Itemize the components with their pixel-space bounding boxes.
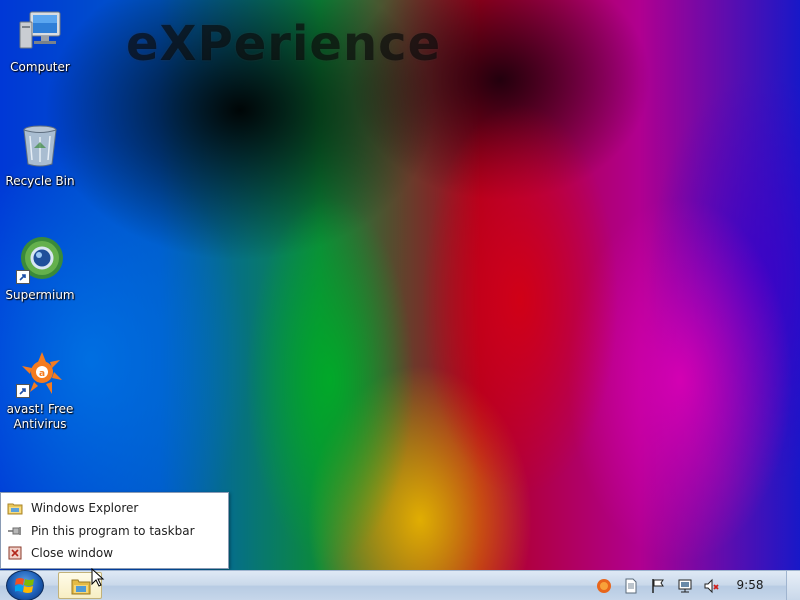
mouse-cursor-icon [91, 568, 105, 587]
desktop-icon-label: Supermium [5, 288, 75, 302]
shortcut-arrow-icon [16, 270, 30, 284]
show-desktop-button[interactable] [786, 571, 800, 600]
folder-libraries-icon [71, 579, 91, 595]
shortcut-arrow-icon [16, 384, 30, 398]
desktop-icon-supermium[interactable]: Supermium [0, 236, 80, 303]
jumplist-item-pin-program[interactable]: Pin this program to taskbar [7, 521, 195, 541]
action-center-flag-icon[interactable] [650, 578, 666, 594]
document-tray-icon[interactable] [623, 578, 639, 594]
close-window-icon [7, 545, 23, 561]
taskbar-jump-list: Windows Explorer Pin this program to tas… [0, 492, 229, 569]
start-button[interactable] [6, 570, 44, 600]
jumplist-item-label: Windows Explorer [31, 501, 139, 515]
desktop-icon-recycle-bin[interactable]: Recycle Bin [0, 122, 80, 189]
notification-area [596, 575, 731, 597]
volume-muted-icon[interactable] [704, 578, 720, 594]
taskbar: 9:58 [0, 570, 800, 600]
desktop-icon-label: Computer [10, 60, 70, 74]
taskbar-clock[interactable]: 9:58 [726, 578, 774, 592]
windows-logo-icon [15, 578, 34, 593]
network-icon[interactable] [677, 578, 693, 594]
folder-icon [7, 500, 23, 516]
jumplist-item-label: Pin this program to taskbar [31, 524, 195, 538]
computer-icon [16, 8, 64, 56]
desktop-icon-label: Recycle Bin [5, 174, 75, 188]
svg-text:a: a [39, 369, 45, 379]
desktop-icon-avast[interactable]: a avast! Free Antivirus [0, 350, 80, 432]
wallpaper-brand-text: eXPerience [126, 16, 442, 72]
jumplist-item-close-window[interactable]: Close window [7, 543, 113, 563]
supermium-browser-icon [16, 236, 64, 284]
desktop-icon-computer[interactable]: Computer [0, 8, 80, 75]
recycle-bin-icon [16, 122, 64, 170]
jumplist-item-label: Close window [31, 546, 114, 560]
desktop[interactable]: eXPerience Computer Recycle Bin Supermiu… [0, 0, 800, 570]
jumplist-item-windows-explorer[interactable]: Windows Explorer [7, 498, 138, 518]
desktop-icon-label: avast! Free Antivirus [6, 402, 74, 431]
avast-icon: a [16, 350, 64, 398]
pin-icon [7, 523, 23, 539]
avast-tray-icon[interactable] [596, 578, 612, 594]
